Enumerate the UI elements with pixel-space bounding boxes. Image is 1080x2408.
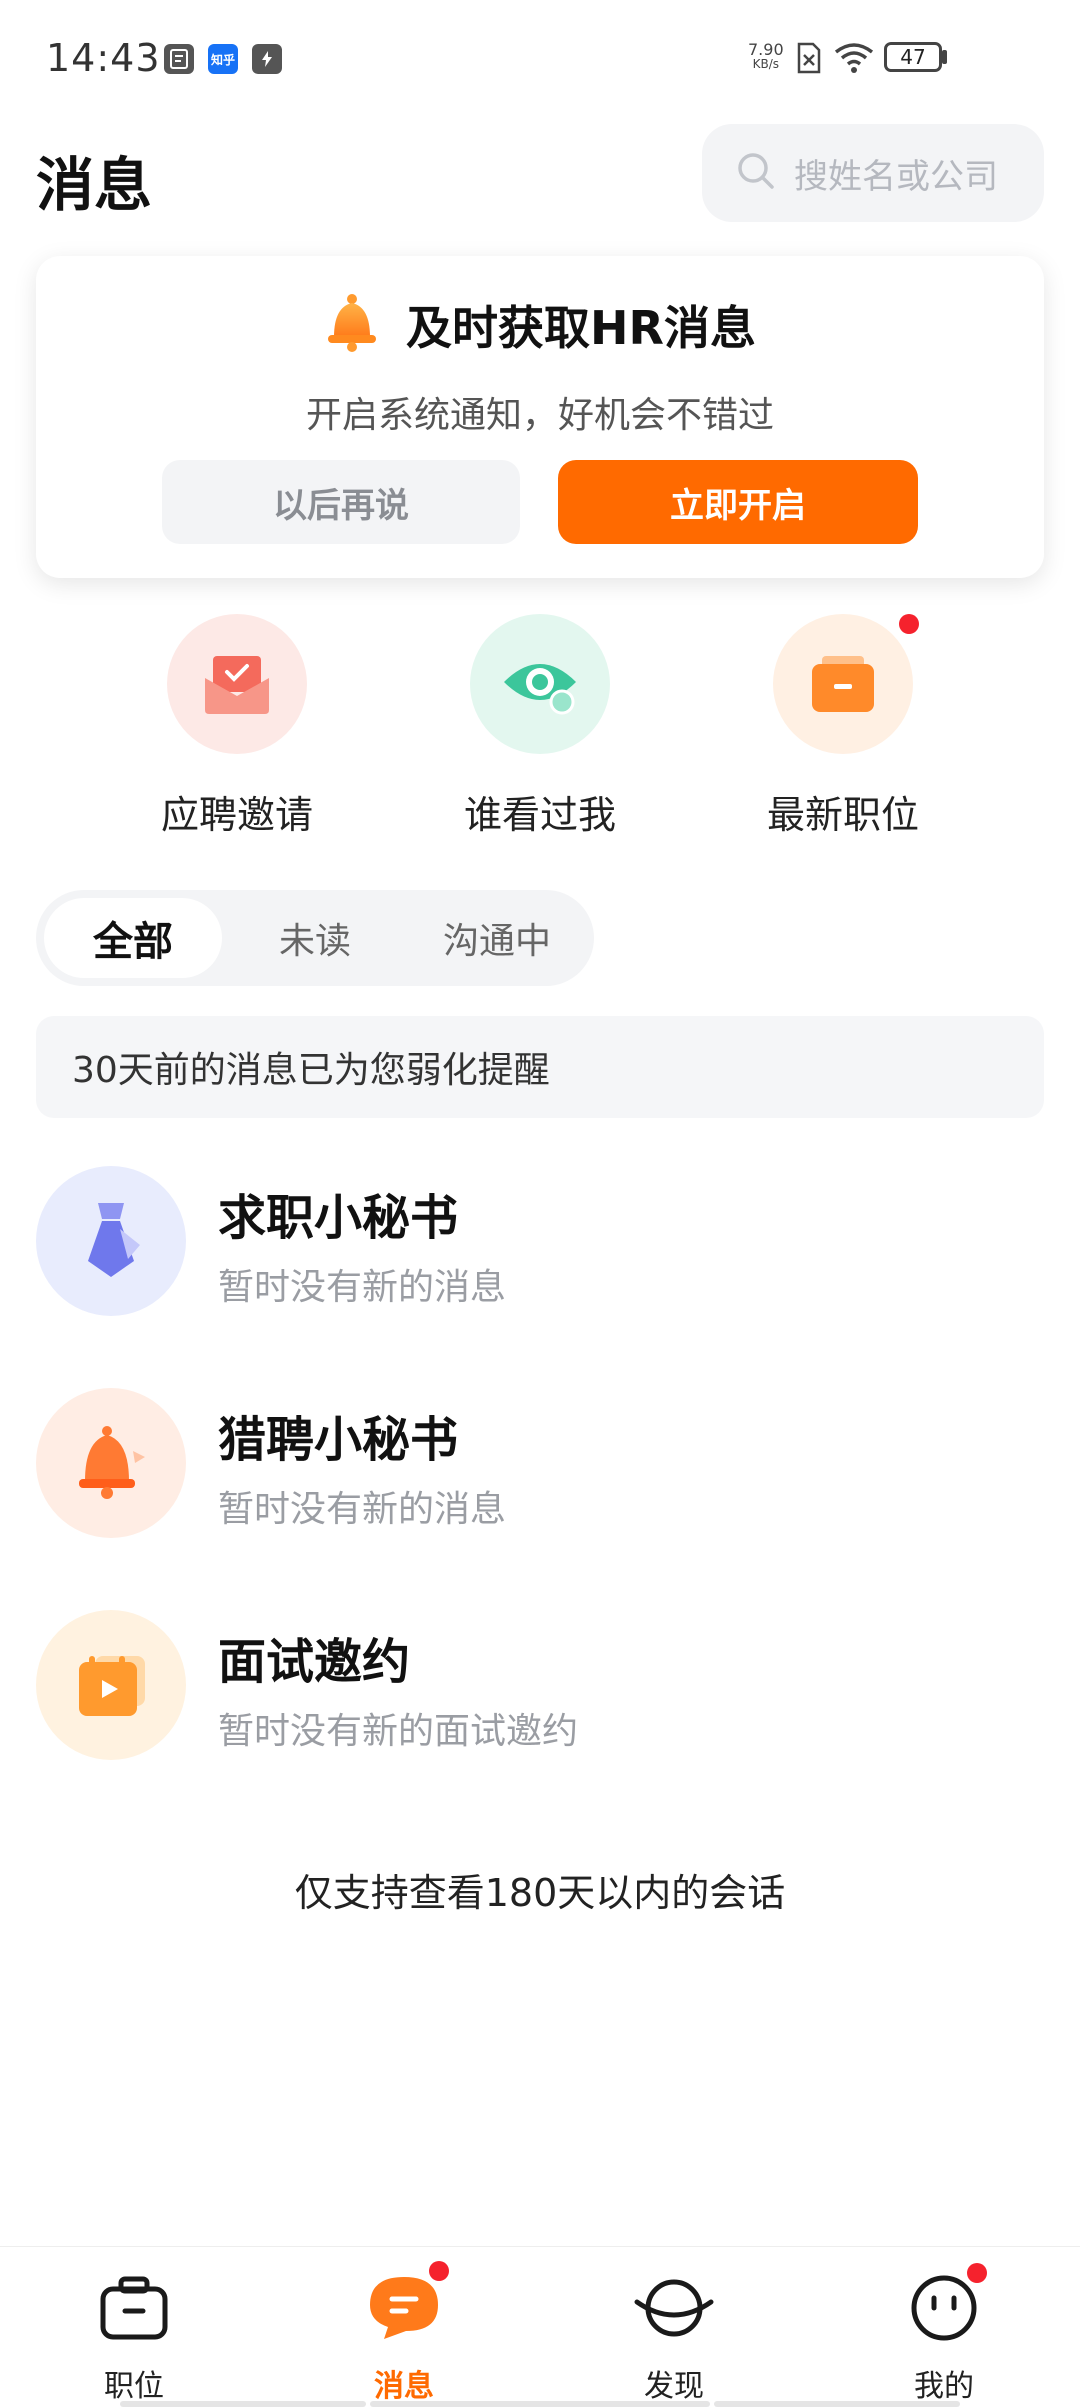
nav-messages[interactable]: 消息	[314, 2261, 494, 2405]
nav-discover[interactable]: 发现	[584, 2263, 764, 2405]
quick-entry-label: 谁看过我	[463, 793, 616, 837]
clipboard-app-icon	[164, 44, 194, 74]
home-indicator-segment	[120, 2401, 366, 2407]
nav-profile[interactable]: 我的	[854, 2263, 1034, 2405]
bell-icon	[324, 293, 380, 357]
notify-title: 及时获取HR消息	[406, 301, 756, 355]
filter-tabs: 全部 未读 沟通中	[36, 890, 594, 986]
smiley-icon	[899, 2263, 989, 2353]
enable-notifications-button[interactable]: 立即开启	[558, 460, 918, 544]
quick-entry-new-jobs[interactable]: 最新职位	[718, 614, 968, 839]
bell-icon	[36, 1388, 186, 1538]
briefcase-icon	[773, 614, 919, 754]
status-time: 14:43	[46, 36, 161, 80]
search-placeholder: 搜姓名或公司	[794, 156, 998, 197]
conversation-title: 求职小秘书	[218, 1190, 459, 1246]
chat-bubble-icon	[359, 2261, 449, 2353]
video-calendar-icon	[36, 1610, 186, 1760]
badge-dot	[899, 614, 919, 634]
list-item[interactable]: 求职小秘书 暂时没有新的消息	[36, 1166, 1044, 1316]
quick-entry-invitations[interactable]: 应聘邀请	[112, 614, 362, 839]
page-title: 消息	[36, 151, 153, 219]
list-item[interactable]: 猎聘小秘书 暂时没有新的消息	[36, 1388, 1044, 1538]
old-messages-tip: 30天前的消息已为您弱化提醒	[36, 1016, 1044, 1118]
battery-icon: 47	[884, 42, 942, 72]
no-sim-icon	[796, 42, 822, 78]
quick-entry-viewers[interactable]: 谁看过我	[415, 614, 665, 839]
bottom-nav: 职位 消息 发现 我的	[0, 2246, 1080, 2408]
home-indicator-segment	[714, 2401, 960, 2407]
list-item[interactable]: 面试邀约 暂时没有新的面试邀约	[36, 1610, 1044, 1760]
planet-icon	[629, 2263, 719, 2353]
nav-jobs[interactable]: 职位	[44, 2263, 224, 2405]
conversation-title: 猎聘小秘书	[218, 1412, 459, 1468]
nav-label: 消息	[374, 2369, 434, 2404]
later-button[interactable]: 以后再说	[162, 460, 520, 544]
tab-unread[interactable]: 未读	[226, 898, 404, 978]
quick-entry-label: 最新职位	[766, 793, 919, 837]
network-speed: 7.90 KB/s	[748, 40, 784, 72]
conversation-preview: 暂时没有新的面试邀约	[218, 1711, 579, 1752]
tab-all[interactable]: 全部	[44, 898, 222, 978]
badge-dot	[429, 2261, 449, 2281]
tie-icon	[36, 1166, 186, 1316]
nav-label: 我的	[914, 2369, 974, 2404]
briefcase-outline-icon	[89, 2263, 179, 2353]
eye-icon	[470, 614, 610, 754]
badge-dot	[967, 2263, 987, 2283]
envelope-icon	[167, 614, 307, 754]
notification-permission-card: 及时获取HR消息 开启系统通知，好机会不错过 以后再说 立即开启	[36, 256, 1044, 578]
wifi-icon	[834, 42, 874, 78]
nav-label: 发现	[644, 2369, 704, 2404]
history-limit-note: 仅支持查看180天以内的会话	[294, 1871, 786, 1915]
flash-app-icon	[252, 44, 282, 74]
tab-in-conversation[interactable]: 沟通中	[408, 898, 586, 978]
conversation-title: 面试邀约	[218, 1634, 411, 1690]
search-input[interactable]: 搜姓名或公司	[702, 124, 1044, 222]
nav-label: 职位	[104, 2369, 164, 2404]
search-icon	[736, 151, 776, 195]
home-indicator-segment	[370, 2401, 710, 2407]
battery-tip	[942, 50, 947, 64]
quick-entry-label: 应聘邀请	[160, 793, 313, 837]
conversation-preview: 暂时没有新的消息	[218, 1267, 507, 1308]
zhihu-app-icon: 知乎	[208, 44, 238, 74]
conversation-preview: 暂时没有新的消息	[218, 1489, 507, 1530]
notify-subtitle: 开启系统通知，好机会不错过	[305, 395, 774, 436]
